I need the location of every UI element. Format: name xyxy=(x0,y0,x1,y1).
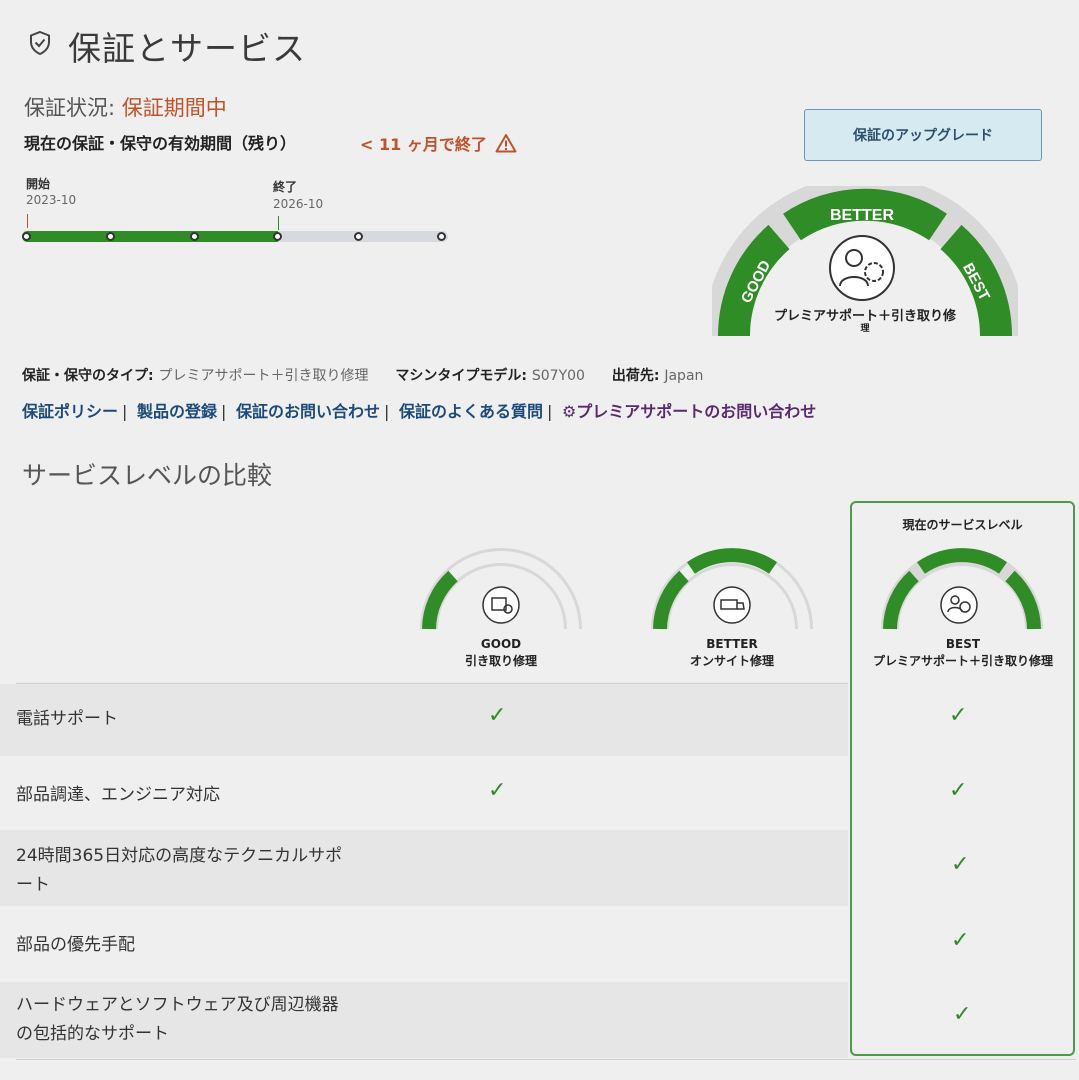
feature-label: ハードウェアとソフトウェア及び周辺機器 の包括的なサポート xyxy=(16,991,339,1049)
feature-label: 電話サポート xyxy=(16,709,118,729)
premium-support-icon: ⚙ xyxy=(561,402,577,421)
type-value: プレミアサポート＋引き取り修理 xyxy=(158,368,369,384)
ship-label: 出荷先: xyxy=(611,368,665,384)
link-separator: | xyxy=(221,402,227,421)
feature-label: 部品調達、エンジニア対応 xyxy=(16,785,220,805)
timeline-progress xyxy=(22,231,278,242)
premier-support-icon xyxy=(940,586,978,624)
comparison-title: サービスレベルの比較 xyxy=(22,461,273,490)
warranty-status-value: 保証期間中 xyxy=(121,96,227,120)
model-value: S07Y00 xyxy=(531,368,585,384)
level-desc: プレミアサポート＋引き取り修理 xyxy=(872,654,1053,668)
link-separator: | xyxy=(383,402,390,421)
level-good-label: GOOD 引き取り修理 xyxy=(420,636,582,670)
timeline-start-date: 2023-10 xyxy=(26,193,77,207)
feature-label: 部品の優先手配 xyxy=(16,935,135,955)
level-desc: オンサイト修理 xyxy=(689,654,774,668)
timeline-end-date: 2026-10 xyxy=(273,197,324,211)
level-name: BEST xyxy=(945,637,981,651)
warranty-period-label: 現在の保証・保守の有効期間（残り） xyxy=(24,134,297,153)
timeline-dot xyxy=(273,232,282,241)
link-premium-support-contact[interactable]: ⚙プレミアサポートのお問い合わせ xyxy=(562,402,816,421)
gauge-label-better: BETTER xyxy=(830,207,894,224)
feature-label-line2: の包括的なサポート xyxy=(16,1024,169,1044)
ship-value: Japan xyxy=(664,368,704,384)
gauge-caption: プレミアサポート＋引き取り修 理 xyxy=(712,308,1018,334)
warranty-expiry-text: < 11 ヶ月で終了 xyxy=(360,135,487,154)
timeline-dot xyxy=(354,232,363,241)
warranty-status: 保証状況: 保証期間中 xyxy=(24,92,227,122)
onsite-van-icon xyxy=(713,586,751,624)
level-name: BETTER xyxy=(706,637,758,651)
current-level-label: 現在のサービスレベル xyxy=(902,518,1023,532)
timeline-dot xyxy=(22,232,31,241)
feature-label: 24時間365日対応の高度なテクニカルサポ ート xyxy=(16,842,342,900)
table-row-shade xyxy=(0,684,848,756)
check-icon: ✓ xyxy=(951,852,970,877)
gauge-caption-line2: 理 xyxy=(860,324,870,334)
level-desc: 引き取り修理 xyxy=(464,654,537,668)
shield-check-icon xyxy=(30,30,50,56)
level-name: GOOD xyxy=(480,637,522,651)
link-premium-label: プレミアサポートのお問い合わせ xyxy=(576,402,817,421)
warning-triangle-icon xyxy=(495,134,517,153)
warranty-links: 保証ポリシー | 製品の登録 | 保証のお問い合わせ | 保証のよくある質問 | ⚙プレ… xyxy=(22,398,816,422)
timeline-dot xyxy=(437,232,446,241)
feature-label-line1: 24時間365日対応の高度なテクニカルサポ xyxy=(16,846,343,866)
feature-label-line1: ハードウェアとソフトウェア及び周辺機器 xyxy=(16,995,339,1015)
link-product-register[interactable]: 製品の登録 xyxy=(137,402,217,421)
type-label: 保証・保守のタイプ: xyxy=(22,368,159,384)
link-separator: | xyxy=(546,402,553,421)
timeline-start-tick xyxy=(27,214,28,228)
check-icon: ✓ xyxy=(488,778,507,803)
timeline-dot xyxy=(106,232,115,241)
table-divider xyxy=(16,1059,1076,1060)
check-icon: ✓ xyxy=(951,928,970,953)
warranty-status-label: 保証状況: xyxy=(24,96,122,120)
upgrade-warranty-button[interactable]: 保証のアップグレード xyxy=(804,109,1042,161)
gauge-caption-line1: プレミアサポート＋引き取り修 xyxy=(773,309,956,324)
timeline-start-label: 開始 xyxy=(26,177,51,191)
premier-support-icon xyxy=(829,235,895,301)
timeline-end-tick xyxy=(278,216,279,230)
check-icon: ✓ xyxy=(488,703,507,728)
warranty-period-warning: < 11 ヶ月で終了 xyxy=(360,131,517,155)
check-icon: ✓ xyxy=(949,778,968,803)
box-repair-icon xyxy=(482,586,520,624)
level-best-label: BEST プレミアサポート＋引き取り修理 xyxy=(853,636,1073,670)
timeline-dot xyxy=(190,232,199,241)
level-better-label: BETTER オンサイト修理 xyxy=(651,636,813,670)
timeline-end-label: 終了 xyxy=(273,180,298,194)
page-title: 保証とサービス xyxy=(68,29,306,68)
good-level-gauge xyxy=(420,548,582,630)
better-level-gauge xyxy=(651,548,813,630)
best-level-gauge xyxy=(881,548,1043,630)
link-warranty-contact[interactable]: 保証のお問い合わせ xyxy=(236,402,380,421)
check-icon: ✓ xyxy=(953,1002,972,1027)
link-separator: | xyxy=(122,402,128,421)
feature-label-line2: ート xyxy=(16,875,50,895)
model-label: マシンタイプモデル: xyxy=(395,368,532,384)
link-warranty-faq[interactable]: 保証のよくある質問 xyxy=(399,402,543,421)
warranty-info: 保証・保守のタイプ: プレミアサポート＋引き取り修理 マシンタイプモデル: S0… xyxy=(22,365,703,385)
check-icon: ✓ xyxy=(949,703,968,728)
link-warranty-policy[interactable]: 保証ポリシー xyxy=(22,402,118,421)
